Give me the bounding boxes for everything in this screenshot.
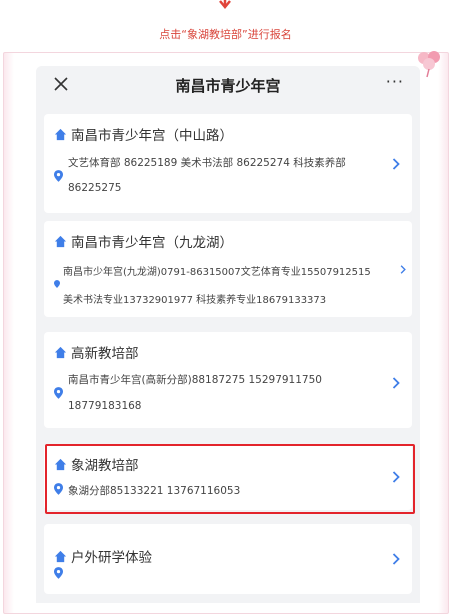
card-contact-line: 南昌市青少年宫(高新分部)88187275 15297911750	[68, 374, 322, 386]
home-icon	[54, 235, 67, 247]
chevron-right-icon	[392, 377, 400, 389]
location-pin-icon	[54, 280, 60, 288]
chevron-right-icon	[392, 158, 400, 170]
card-title: 户外研学体验	[71, 550, 152, 566]
branch-card-jiulonghu[interactable]: 南昌市青少年宫（九龙湖） 南昌市少年宫(九龙湖)0791-86315007文艺体…	[44, 221, 412, 317]
location-pin-icon	[54, 567, 63, 579]
phone-screen: 南昌市青少年宫 ··· 南昌市青少年宫（中山路） 文艺体育部 86225189 …	[36, 66, 420, 603]
page-title: 南昌市青少年宫	[175, 77, 281, 95]
location-pin-icon	[54, 387, 63, 399]
branch-card-gaoxin[interactable]: 高新教培部 南昌市青少年宫(高新分部)88187275 15297911750 …	[44, 332, 412, 428]
highlight-box	[45, 444, 415, 514]
card-title: 南昌市青少年宫（中山路）	[71, 128, 233, 144]
card-contact-line: 文艺体育部 86225189 美术书法部 86225274 科技素养部	[68, 157, 346, 169]
branch-card-outdoor[interactable]: 户外研学体验	[44, 524, 412, 594]
card-contact-line: 18779183168	[68, 400, 142, 412]
card-contact-line: 南昌市少年宫(九龙湖)0791-86315007文艺体育专业1550791251…	[63, 267, 371, 278]
card-title: 南昌市青少年宫（九龙湖）	[71, 235, 233, 251]
instruction-text: 点击“象湖教培部”进行报名	[159, 28, 292, 41]
chevron-right-icon	[400, 265, 406, 274]
home-icon	[54, 550, 67, 562]
down-arrow-icon	[218, 0, 232, 15]
home-icon	[54, 346, 67, 358]
home-icon	[54, 128, 67, 140]
more-menu-icon[interactable]: ···	[386, 72, 404, 91]
card-contact-line: 美术书法专业13732901977 科技素养专业18679133373	[63, 295, 327, 306]
card-title: 高新教培部	[71, 346, 139, 362]
location-pin-icon	[54, 170, 63, 182]
card-contact-line: 86225275	[68, 182, 122, 194]
nav-bar: 南昌市青少年宫 ···	[36, 66, 420, 106]
chevron-right-icon	[392, 553, 400, 565]
branch-card-zhongshan[interactable]: 南昌市青少年宫（中山路） 文艺体育部 86225189 美术书法部 862252…	[44, 114, 412, 213]
